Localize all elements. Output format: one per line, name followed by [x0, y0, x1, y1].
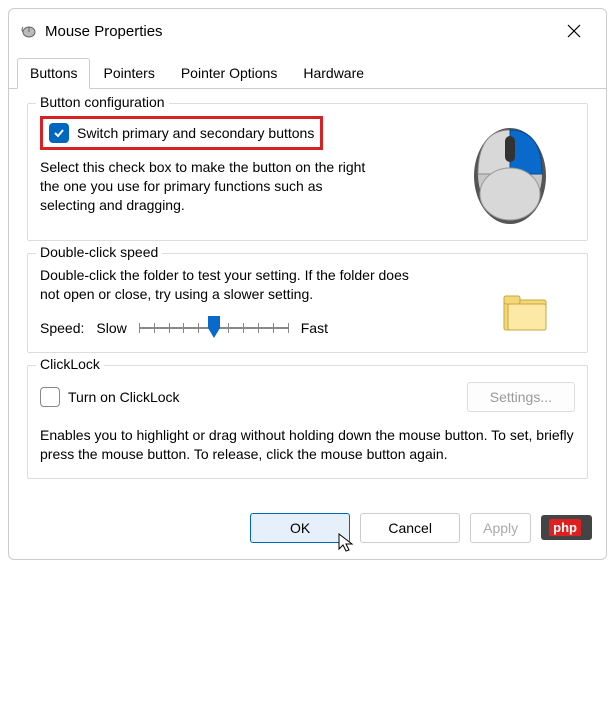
tab-pointer-options[interactable]: Pointer Options: [168, 58, 291, 89]
button-configuration-group: Button configuration Switch primary and …: [27, 103, 588, 241]
titlebar: Mouse Properties: [9, 9, 606, 51]
speed-slow-label: Slow: [96, 320, 126, 336]
switch-primary-checkbox[interactable]: [49, 123, 69, 143]
dialog-footer: OK Cancel Apply php: [9, 499, 606, 559]
tab-bar: Buttons Pointers Pointer Options Hardwar…: [9, 51, 606, 89]
tab-hardware[interactable]: Hardware: [290, 58, 377, 89]
php-badge-left: php: [549, 519, 581, 536]
switch-primary-highlight: Switch primary and secondary buttons: [40, 116, 323, 150]
speed-fast-label: Fast: [301, 320, 328, 336]
button-configuration-title: Button configuration: [36, 94, 169, 110]
cancel-button[interactable]: Cancel: [360, 513, 460, 543]
clicklock-group: ClickLock Turn on ClickLock Settings... …: [27, 365, 588, 479]
mouse-icon: [19, 24, 39, 38]
mouse-properties-window: Mouse Properties Buttons Pointers Pointe…: [8, 8, 607, 560]
button-configuration-desc: Select this check box to make the button…: [40, 158, 380, 215]
mouse-illustration: [465, 116, 555, 226]
clicklock-title: ClickLock: [36, 356, 104, 372]
switch-primary-label: Switch primary and secondary buttons: [77, 125, 314, 141]
clicklock-label: Turn on ClickLock: [68, 389, 180, 405]
close-button[interactable]: [554, 17, 594, 45]
speed-row: Speed: Slow Fast: [40, 318, 463, 338]
clicklock-desc: Enables you to highlight or drag without…: [40, 426, 575, 464]
php-badge: php: [541, 515, 592, 540]
double-click-title: Double-click speed: [36, 244, 162, 260]
double-click-group: Double-click speed Double-click the fold…: [27, 253, 588, 353]
tab-pointers[interactable]: Pointers: [90, 58, 167, 89]
ok-button[interactable]: OK: [250, 513, 350, 543]
dialog-body: Button configuration Switch primary and …: [9, 89, 606, 499]
apply-button: Apply: [470, 513, 531, 543]
clicklock-settings-button: Settings...: [467, 382, 575, 412]
window-title: Mouse Properties: [45, 23, 554, 40]
check-icon: [52, 126, 66, 140]
speed-label: Speed:: [40, 320, 84, 336]
folder-test-icon[interactable]: [500, 290, 550, 334]
close-icon: [567, 24, 581, 38]
slider-thumb-icon: [206, 316, 222, 338]
tab-buttons[interactable]: Buttons: [17, 58, 90, 89]
double-click-desc: Double-click the folder to test your set…: [40, 266, 420, 304]
clicklock-checkbox[interactable]: [40, 387, 60, 407]
speed-slider[interactable]: [139, 318, 289, 338]
cursor-icon: [338, 533, 356, 553]
